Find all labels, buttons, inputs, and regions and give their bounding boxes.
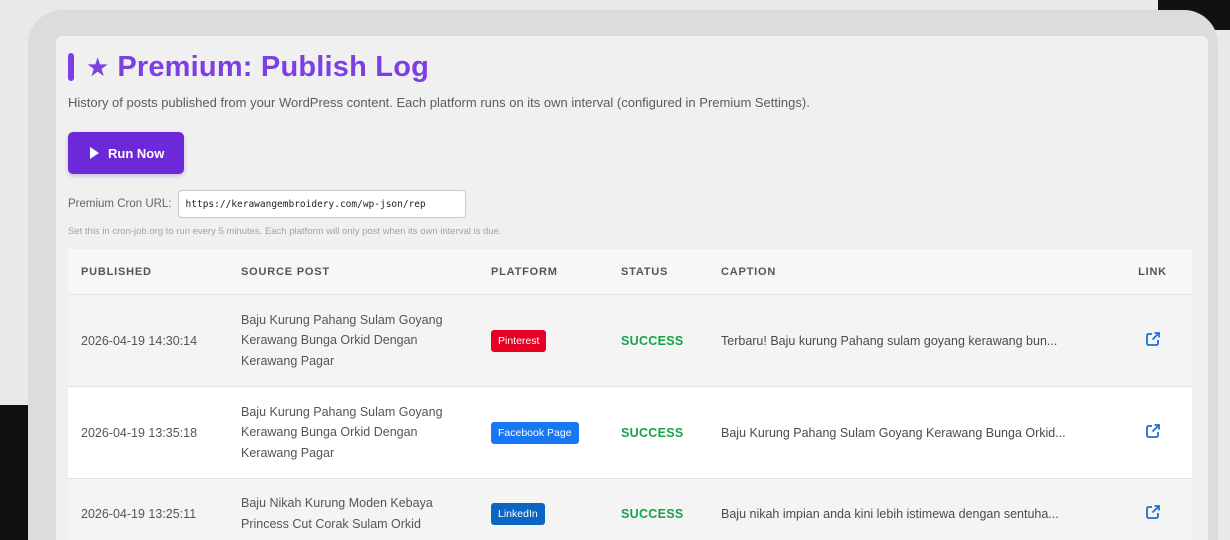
cron-url-row: Premium Cron URL: [68,190,1196,218]
source-post-cell: Baju Kurung Pahang Sulam Goyang Kerawang… [241,402,491,464]
caption-cell: Baju Kurung Pahang Sulam Goyang Kerawang… [721,426,1113,440]
platform-badge-facebook: Facebook Page [491,421,579,444]
table-row: 2026-04-19 14:30:14 Baju Kurung Pahang S… [68,295,1192,387]
status-badge: SUCCESS [621,425,684,440]
published-cell: 2026-04-19 14:30:14 [81,333,198,348]
caption-text: Baju nikah impian anda kini lebih istime… [721,506,1059,521]
link-cell [1113,504,1192,523]
caption-text: Terbaru! Baju kurung Pahang sulam goyang… [721,333,1058,348]
table-row: 2026-04-19 13:25:11 Baju Nikah Kurung Mo… [68,479,1192,540]
external-link-icon[interactable] [1145,423,1161,439]
status-cell: SUCCESS [621,426,721,440]
run-now-label: Run Now [108,145,165,161]
platform-badge-pinterest: Pinterest [491,329,547,352]
page-subtitle: History of posts published from your Wor… [68,95,810,110]
column-header-status[interactable]: STATUS [621,266,721,278]
platform-cell: Facebook Page [491,421,621,444]
cron-url-field[interactable] [177,190,466,218]
cron-help-text: Set this in cron-job.org to run every 5 … [68,226,502,237]
publish-log-table: PUBLISHED SOURCE POST PLATFORM STATUS CA… [68,249,1192,540]
source-post-cell: Baju Nikah Kurung Moden Kebaya Princess … [241,493,491,534]
status-cell: SUCCESS [621,334,721,348]
column-header-caption[interactable]: CAPTION [721,266,1113,278]
platform-cell: LinkedIn [491,502,621,525]
platform-badge-linkedin: LinkedIn [491,502,545,525]
play-icon [90,147,99,159]
column-header-published[interactable]: PUBLISHED [68,266,241,278]
external-link-icon[interactable] [1145,504,1161,520]
column-header-link[interactable]: LINK [1113,266,1192,278]
publish-log-panel: ★ Premium: Publish Log History of posts … [56,36,1208,540]
column-header-source[interactable]: SOURCE POST [241,266,491,278]
table-row: 2026-04-19 13:35:18 Baju Kurung Pahang S… [68,387,1192,479]
caption-text: Baju Kurung Pahang Sulam Goyang Kerawang… [721,425,1066,440]
link-cell [1113,423,1192,442]
caption-cell: Terbaru! Baju kurung Pahang sulam goyang… [721,334,1113,348]
status-badge: SUCCESS [621,506,684,521]
status-cell: SUCCESS [621,507,721,521]
title-accent-bar [68,53,74,81]
status-badge: SUCCESS [621,333,684,348]
link-cell [1113,331,1192,350]
source-post-text: Baju Kurung Pahang Sulam Goyang Kerawang… [241,312,443,368]
published-cell: 2026-04-19 13:35:18 [81,425,198,440]
caption-cell: Baju nikah impian anda kini lebih istime… [721,507,1113,521]
cron-url-label: Premium Cron URL: [68,198,172,210]
column-header-platform[interactable]: PLATFORM [491,266,621,278]
source-post-text: Baju Kurung Pahang Sulam Goyang Kerawang… [241,404,443,460]
table-header: PUBLISHED SOURCE POST PLATFORM STATUS CA… [68,249,1192,295]
source-post-cell: Baju Kurung Pahang Sulam Goyang Kerawang… [241,310,491,372]
star-icon: ★ [86,52,110,82]
external-link-icon[interactable] [1145,331,1161,347]
page-title: Premium: Publish Log [117,50,430,83]
source-post-text: Baju Nikah Kurung Moden Kebaya Princess … [241,496,433,531]
published-cell: 2026-04-19 13:25:11 [81,506,197,521]
page-header: ★ Premium: Publish Log [68,50,1196,84]
run-now-button[interactable]: Run Now [68,132,185,174]
platform-cell: Pinterest [491,329,621,352]
